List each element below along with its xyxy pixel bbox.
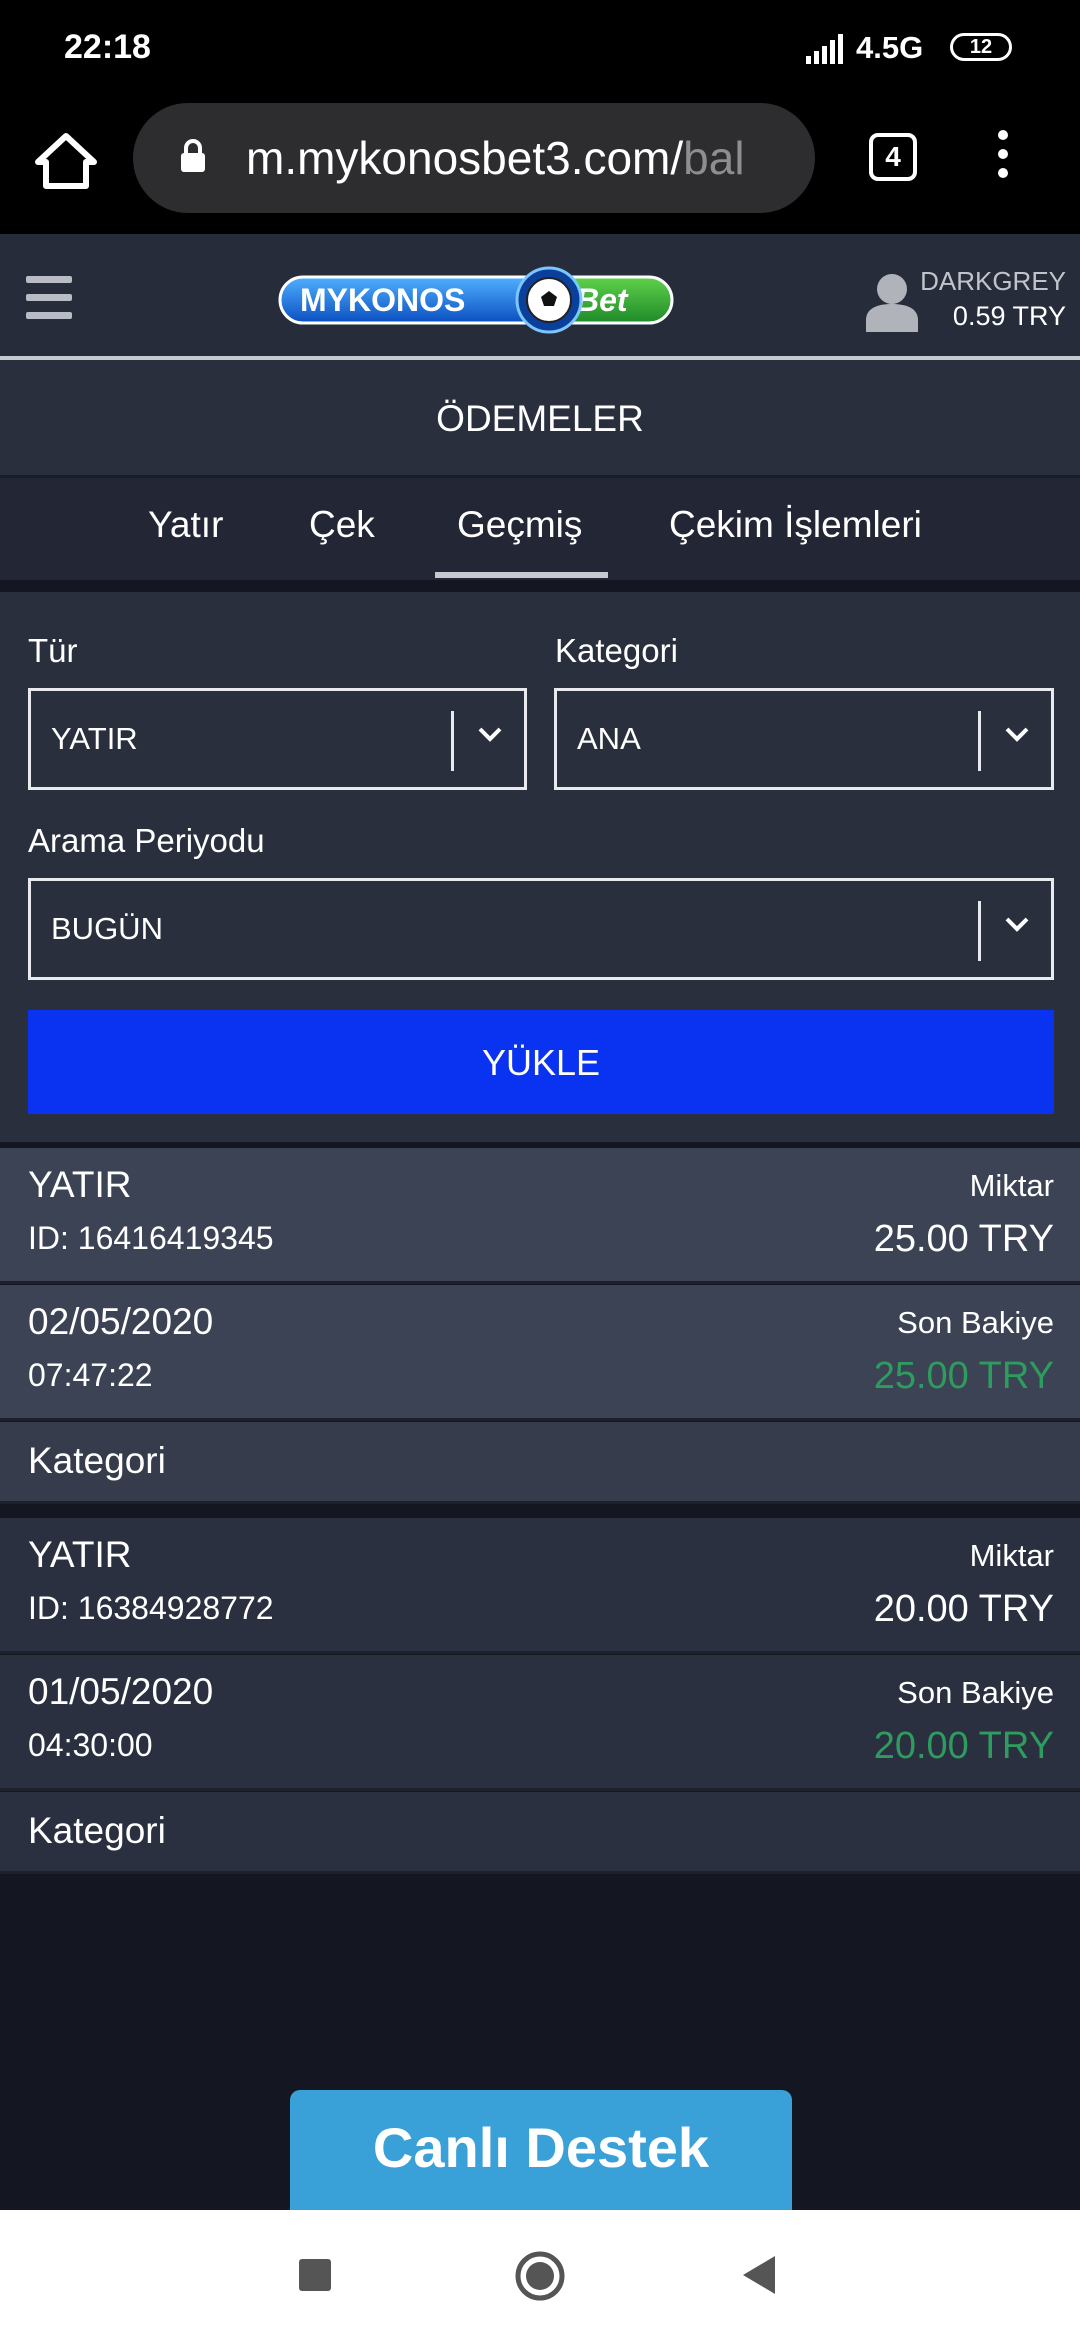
page-title: ÖDEMELER [0,360,1080,478]
period-select[interactable]: BUGÜN [28,878,1054,980]
category-label: Kategori [555,632,678,669]
transaction-amount: 20.00 TRY [873,1588,1054,1630]
chevron-down-icon [1005,727,1029,742]
chevron-down-icon [478,727,502,742]
select-divider [451,711,454,771]
transaction-summary-row: YATIR ID: 16384928772 Miktar 20.00 TRY [0,1518,1080,1654]
more-menu-icon[interactable] [988,130,1018,190]
home-icon[interactable] [30,124,102,196]
category-select-value: ANA [577,721,641,756]
payments-tabs: Yatır Çek Geçmiş Çekim İşlemleri [0,478,1080,580]
status-bar: 22:18 4.5G 12 [0,0,1080,100]
transaction-date-row: 02/05/2020 07:47:22 Son Bakiye 25.00 TRY [0,1285,1080,1421]
battery-icon: 12 [950,33,1012,61]
tab-history[interactable]: Geçmiş [457,504,582,546]
tab-withdraw[interactable]: Çek [309,504,375,546]
tab-count: 4 [885,141,901,172]
signal-icon [806,34,843,64]
tab-switcher-button[interactable]: 4 [869,133,917,181]
home-circle-icon[interactable] [514,2250,566,2302]
mykonosbet-logo[interactable]: MYKONOS Bet [278,264,674,336]
address-bar[interactable]: m.mykonosbet3.com/bal [133,103,815,213]
category-select[interactable]: ANA [554,688,1054,790]
last-balance: 20.00 TRY [873,1725,1054,1767]
transaction-type: YATIR [28,1534,132,1575]
transaction-id: ID: 16416419345 [28,1220,274,1256]
user-avatar-icon[interactable] [864,270,920,332]
select-divider [978,901,981,961]
live-support-button[interactable]: Canlı Destek [290,2090,792,2210]
url-text: m.mykonosbet3.com/bal [246,132,745,184]
user-balance: 0.59 TRY [952,301,1066,331]
tab-withdrawal-transactions[interactable]: Çekim İşlemleri [669,504,922,546]
amount-label: Miktar [969,1538,1054,1573]
filter-panel: Tür YATIR Kategori ANA Arama Periyodu BU… [0,592,1080,1142]
active-tab-indicator [435,572,608,578]
battery-level: 12 [969,36,993,58]
category-text: Kategori [28,1810,166,1851]
select-divider [978,711,981,771]
recent-apps-icon[interactable] [299,2259,331,2291]
transaction-amount: 25.00 TRY [873,1218,1054,1260]
balance-label: Son Bakiye [897,1675,1054,1710]
svg-text:MYKONOS: MYKONOS [300,282,465,318]
transaction-date: 02/05/2020 [28,1301,214,1342]
period-select-value: BUGÜN [51,911,163,946]
username: DARKGREY [920,266,1066,296]
system-navigation-bar [0,2210,1080,2340]
svg-text:Bet: Bet [576,282,629,318]
transaction-time: 07:47:22 [28,1357,153,1393]
last-balance: 25.00 TRY [873,1355,1054,1397]
network-type: 4.5G [856,30,924,65]
balance-label: Son Bakiye [897,1305,1054,1340]
back-icon[interactable] [741,2254,777,2296]
load-button[interactable]: YÜKLE [28,1010,1054,1114]
browser-toolbar: m.mykonosbet3.com/bal 4 [0,100,1080,234]
transaction-date: 01/05/2020 [28,1671,214,1712]
tab-deposit[interactable]: Yatır [148,504,223,546]
type-select[interactable]: YATIR [28,688,527,790]
category-text: Kategori [28,1440,166,1481]
transaction-category-row: Kategori [0,1422,1080,1504]
transaction-id: ID: 16384928772 [28,1590,274,1626]
transaction-category-row: Kategori [0,1792,1080,1874]
type-select-value: YATIR [51,721,138,756]
type-label: Tür [28,632,78,669]
amount-label: Miktar [969,1168,1054,1203]
transaction-time: 04:30:00 [28,1727,153,1763]
lock-icon [181,139,205,172]
period-label: Arama Periyodu [28,822,265,859]
transaction-date-row: 01/05/2020 04:30:00 Son Bakiye 20.00 TRY [0,1655,1080,1791]
status-time: 22:18 [64,28,151,66]
transaction-type: YATIR [28,1164,132,1205]
hamburger-menu-icon[interactable] [26,276,72,320]
chevron-down-icon [1005,917,1029,932]
transaction-summary-row: YATIR ID: 16416419345 Miktar 25.00 TRY [0,1148,1080,1284]
site-header: MYKONOS Bet DARKGREY 0.59 TRY [0,234,1080,360]
